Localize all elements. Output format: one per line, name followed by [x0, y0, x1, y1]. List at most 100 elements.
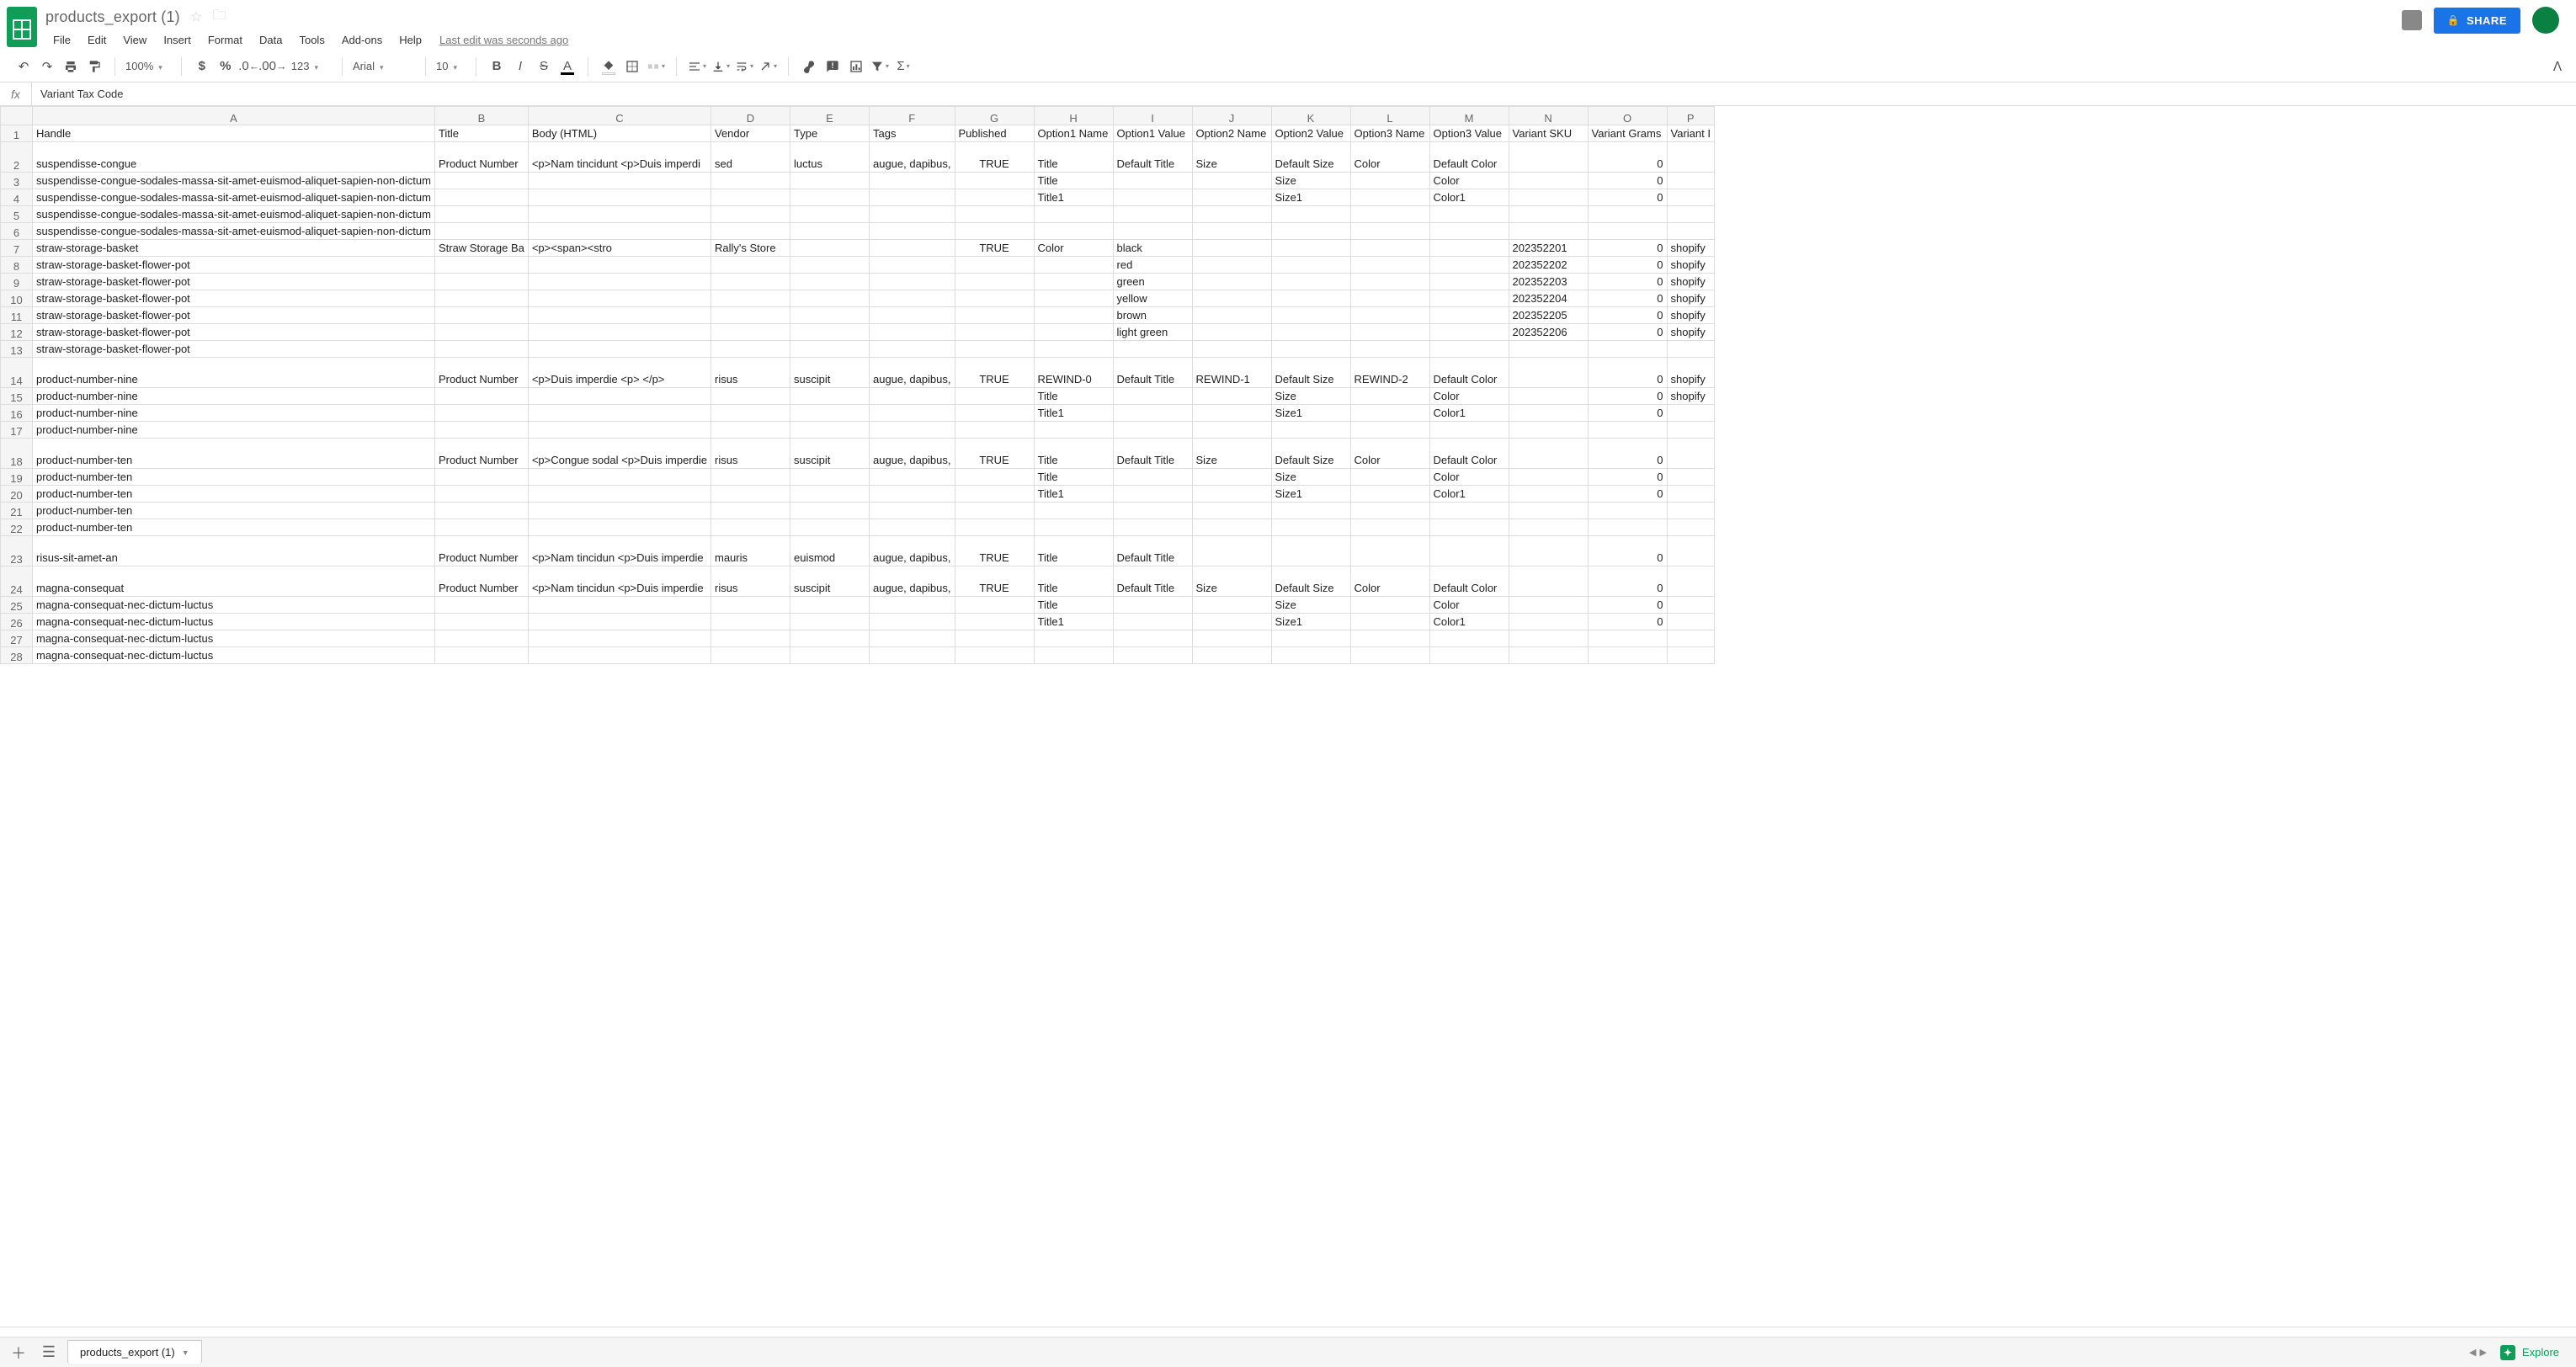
cell[interactable] [711, 257, 790, 274]
cell[interactable] [1271, 257, 1350, 274]
cell[interactable]: straw-storage-basket-flower-pot [33, 307, 435, 324]
cell[interactable]: 0 [1588, 597, 1667, 614]
cell[interactable]: Handle [33, 125, 435, 142]
cell[interactable] [1034, 647, 1113, 664]
cell[interactable]: Default Color [1429, 439, 1509, 469]
cell[interactable] [1509, 566, 1588, 597]
row-header-24[interactable]: 24 [1, 566, 33, 597]
cell[interactable] [1509, 536, 1588, 566]
cell[interactable] [1429, 503, 1509, 519]
cell[interactable] [1192, 647, 1271, 664]
cell[interactable]: Size [1271, 173, 1350, 189]
cell[interactable] [528, 189, 711, 206]
cell[interactable]: <p>Duis imperdie <p> </p> [528, 358, 711, 388]
col-header-C[interactable]: C [528, 107, 711, 125]
row-header-21[interactable]: 21 [1, 503, 33, 519]
cell[interactable] [1667, 536, 1714, 566]
cell[interactable]: Default Color [1429, 358, 1509, 388]
cell[interactable] [1350, 274, 1429, 290]
row-header-16[interactable]: 16 [1, 405, 33, 422]
cell[interactable]: suspendisse-congue [33, 142, 435, 173]
cell[interactable] [1509, 614, 1588, 630]
cell[interactable]: luctus [790, 142, 869, 173]
cell[interactable] [1192, 173, 1271, 189]
cell[interactable]: straw-storage-basket-flower-pot [33, 274, 435, 290]
cell[interactable]: 202352204 [1509, 290, 1588, 307]
cell[interactable] [1034, 324, 1113, 341]
cell[interactable] [1509, 142, 1588, 173]
cell[interactable]: green [1113, 274, 1192, 290]
borders-icon[interactable] [620, 55, 644, 78]
vertical-align-icon[interactable]: ▾ [709, 55, 732, 78]
cell[interactable] [434, 206, 528, 223]
cell[interactable]: Default Size [1271, 439, 1350, 469]
cell[interactable] [1429, 290, 1509, 307]
cell[interactable]: mauris [711, 536, 790, 566]
cell[interactable] [1034, 503, 1113, 519]
cell[interactable] [1429, 536, 1509, 566]
cell[interactable] [790, 597, 869, 614]
cell[interactable] [1350, 223, 1429, 240]
cell[interactable] [1509, 422, 1588, 439]
cell[interactable] [711, 173, 790, 189]
menu-file[interactable]: File [45, 30, 78, 50]
increase-decimal-icon[interactable]: .00→ [261, 55, 285, 78]
cell[interactable] [1034, 290, 1113, 307]
cell[interactable] [1192, 307, 1271, 324]
col-header-M[interactable]: M [1429, 107, 1509, 125]
horizontal-scrollbar[interactable] [0, 1327, 2576, 1337]
cell[interactable] [1271, 503, 1350, 519]
row-header-22[interactable]: 22 [1, 519, 33, 536]
cell[interactable] [1667, 630, 1714, 647]
cell[interactable] [790, 647, 869, 664]
cell[interactable] [955, 341, 1034, 358]
cell[interactable]: 0 [1588, 566, 1667, 597]
cell[interactable]: Size [1271, 469, 1350, 486]
row-header-3[interactable]: 3 [1, 173, 33, 189]
cell[interactable]: straw-storage-basket-flower-pot [33, 341, 435, 358]
cell[interactable]: Product Number [434, 142, 528, 173]
cell[interactable] [790, 503, 869, 519]
cell[interactable] [790, 388, 869, 405]
cell[interactable] [790, 422, 869, 439]
cell[interactable]: TRUE [955, 536, 1034, 566]
cell[interactable] [1350, 469, 1429, 486]
cell[interactable] [955, 307, 1034, 324]
col-header-P[interactable]: P [1667, 107, 1714, 125]
cell[interactable]: <p><span><stro [528, 240, 711, 257]
cell[interactable] [711, 388, 790, 405]
cell[interactable]: augue, dapibus, [869, 142, 955, 173]
cell[interactable]: red [1113, 257, 1192, 274]
sheets-logo-icon[interactable] [7, 7, 37, 47]
cell[interactable]: 0 [1588, 240, 1667, 257]
spreadsheet-grid[interactable]: ABCDEFGHIJKLMNOP1HandleTitleBody (HTML)V… [0, 106, 2576, 1327]
cell[interactable]: Default Size [1271, 358, 1350, 388]
cell[interactable] [869, 189, 955, 206]
cell[interactable] [528, 388, 711, 405]
sheet-tab-menu-icon[interactable]: ▼ [182, 1348, 189, 1357]
cell[interactable]: straw-storage-basket-flower-pot [33, 290, 435, 307]
cell[interactable] [1509, 503, 1588, 519]
cell[interactable]: Tags [869, 125, 955, 142]
cell[interactable]: Color [1350, 566, 1429, 597]
cell[interactable] [1588, 630, 1667, 647]
cell[interactable] [1667, 422, 1714, 439]
cell[interactable]: 0 [1588, 405, 1667, 422]
cell[interactable]: Title [1034, 388, 1113, 405]
row-header-17[interactable]: 17 [1, 422, 33, 439]
cell[interactable] [1429, 324, 1509, 341]
cell[interactable]: Size [1192, 439, 1271, 469]
cell[interactable] [1667, 614, 1714, 630]
cell[interactable]: Title [1034, 597, 1113, 614]
cell[interactable] [1192, 240, 1271, 257]
cell[interactable] [790, 519, 869, 536]
cell[interactable] [434, 274, 528, 290]
cell[interactable] [869, 486, 955, 503]
cell[interactable] [528, 630, 711, 647]
cell[interactable]: Vendor [711, 125, 790, 142]
cell[interactable] [1113, 630, 1192, 647]
cell[interactable] [1588, 519, 1667, 536]
cell[interactable] [955, 405, 1034, 422]
cell[interactable]: Title1 [1034, 189, 1113, 206]
cell[interactable] [1271, 422, 1350, 439]
